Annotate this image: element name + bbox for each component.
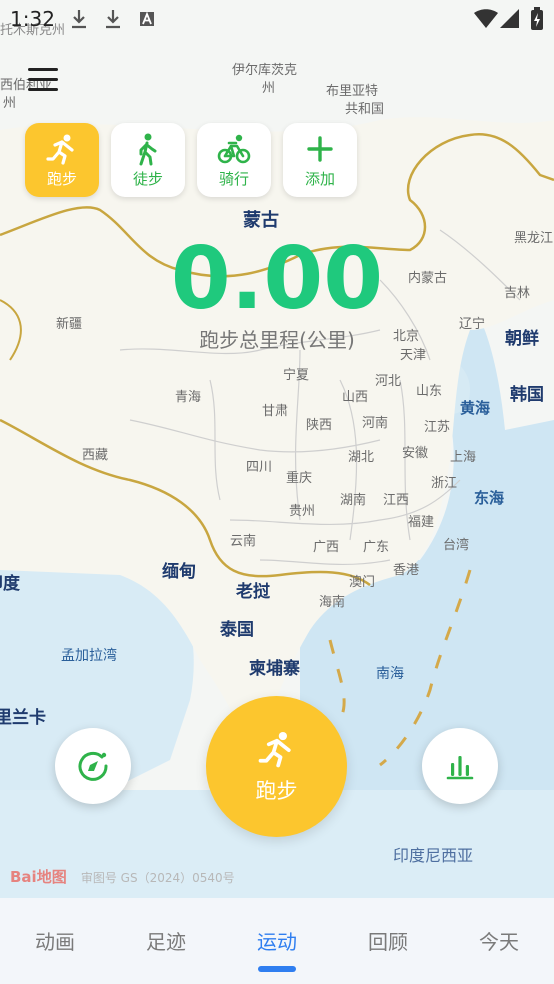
menu-icon [28, 68, 58, 71]
map-label-henan: 河南 [362, 416, 389, 431]
map-label-thailand: 泰国 [220, 620, 254, 640]
menu-button[interactable] [28, 68, 60, 94]
mode-cycling-button[interactable]: 骑行 [197, 123, 271, 197]
compass-button[interactable] [55, 728, 131, 804]
map-label-indonesia: 印度尼西亚 [393, 846, 474, 865]
map-label-hainan: 海南 [319, 595, 346, 610]
map-label-irkutsk-2: 州 [262, 81, 276, 96]
active-tab-indicator [258, 966, 296, 972]
map-label-india: 印度 [0, 574, 20, 594]
map-label-laos: 老挝 [236, 582, 270, 602]
total-distance-label: 跑步总里程(公里) [199, 328, 355, 352]
map-label-taiwan: 台湾 [443, 538, 470, 553]
map-label-xizang: 西藏 [82, 448, 109, 463]
map-label-qinghai: 青海 [175, 390, 202, 405]
status-bar: 1:32 [0, 0, 554, 40]
map-attribution: Bai地图 审图号 GS（2024）0540号 [10, 866, 235, 887]
mode-running-label: 跑步 [46, 169, 77, 188]
map-label-south-korea: 韩国 [510, 385, 544, 405]
map-label-buryatia: 布里亚特 [326, 84, 379, 99]
map-label-hunan: 湖南 [340, 493, 367, 508]
download-icon [72, 10, 86, 29]
map-label-jiangsu: 江苏 [424, 420, 451, 435]
signal-icon [500, 9, 519, 28]
mode-cycling-label: 骑行 [218, 169, 249, 188]
map-label-ningxia: 宁夏 [283, 368, 310, 383]
mode-walking-button[interactable]: 徒步 [111, 123, 185, 197]
map-label-hongkong: 香港 [393, 563, 420, 578]
wifi-icon [474, 9, 498, 28]
map-label-bay-of-bengal: 孟加拉湾 [61, 648, 117, 664]
map-label-hebei: 河北 [375, 374, 402, 389]
map-label-irkutsk: 伊尔库茨克 [232, 63, 298, 78]
map-label-guangxi: 广西 [313, 540, 340, 555]
map-label-siberia-2: 州 [3, 96, 17, 111]
map-label-buryatia-2: 共和国 [345, 102, 385, 117]
map-label-fujian: 福建 [408, 515, 435, 530]
map-label-shaanxi: 陕西 [306, 418, 333, 433]
map-label-east-sea: 东海 [474, 489, 505, 507]
map-label-guizhou: 贵州 [289, 504, 316, 519]
map-label-jiangxi: 江西 [383, 493, 410, 508]
map-label-anhui: 安徽 [402, 446, 429, 461]
map-label-sichuan: 四川 [246, 460, 273, 475]
baidu-map-logo: Bai地图 [10, 868, 67, 886]
statistics-button[interactable] [422, 728, 498, 804]
tab-sport[interactable]: 运动 [222, 926, 332, 955]
map-label-yellow-sea: 黄海 [460, 399, 491, 417]
map-label-guangdong: 广东 [363, 540, 390, 555]
map-label-gansu: 甘肃 [262, 404, 289, 419]
bar-chart-icon [446, 756, 474, 780]
map-label-cambodia: 柬埔寨 [249, 659, 300, 679]
mode-walking-label: 徒步 [132, 169, 163, 188]
compass-icon [78, 751, 108, 781]
mode-add-button[interactable]: 添加 [283, 123, 357, 197]
walking-icon [139, 133, 157, 165]
download-icon [106, 10, 120, 29]
battery-icon [531, 7, 543, 30]
bicycle-icon [217, 134, 251, 163]
running-icon [46, 134, 74, 165]
plus-icon [307, 135, 333, 162]
map-label-zhejiang: 浙江 [431, 476, 458, 491]
map-label-hubei: 湖北 [348, 450, 375, 465]
map-label-south-china-sea: 南海 [376, 666, 404, 682]
map-license: 审图号 GS（2024）0540号 [80, 871, 235, 885]
start-running-label: 跑步 [255, 778, 298, 803]
status-time: 1:32 [10, 7, 55, 31]
font-a-icon [140, 11, 154, 26]
map-label-mongolia: 蒙古 [243, 210, 279, 231]
map-label-yunnan: 云南 [230, 534, 257, 549]
map-label-chongqing: 重庆 [286, 471, 313, 486]
running-icon [258, 731, 291, 767]
mode-running-button[interactable]: 跑步 [25, 123, 99, 197]
start-running-button[interactable]: 跑步 [206, 696, 347, 837]
map-label-sri-lanka: 斯里兰卡 [0, 708, 46, 728]
tab-today[interactable]: 今天 [444, 926, 554, 955]
map-label-myanmar: 缅甸 [162, 562, 196, 582]
mode-add-label: 添加 [304, 169, 335, 188]
map-label-shanghai: 上海 [450, 450, 477, 465]
map-label-macau: 澳门 [349, 575, 376, 590]
tab-review[interactable]: 回顾 [333, 926, 443, 955]
tab-animation[interactable]: 动画 [0, 926, 110, 955]
map-label-shandong: 山东 [416, 384, 443, 399]
total-distance-value: 0.00 [170, 229, 384, 329]
tab-footprints[interactable]: 足迹 [111, 926, 221, 955]
map-label-shanxi: 山西 [342, 390, 369, 405]
